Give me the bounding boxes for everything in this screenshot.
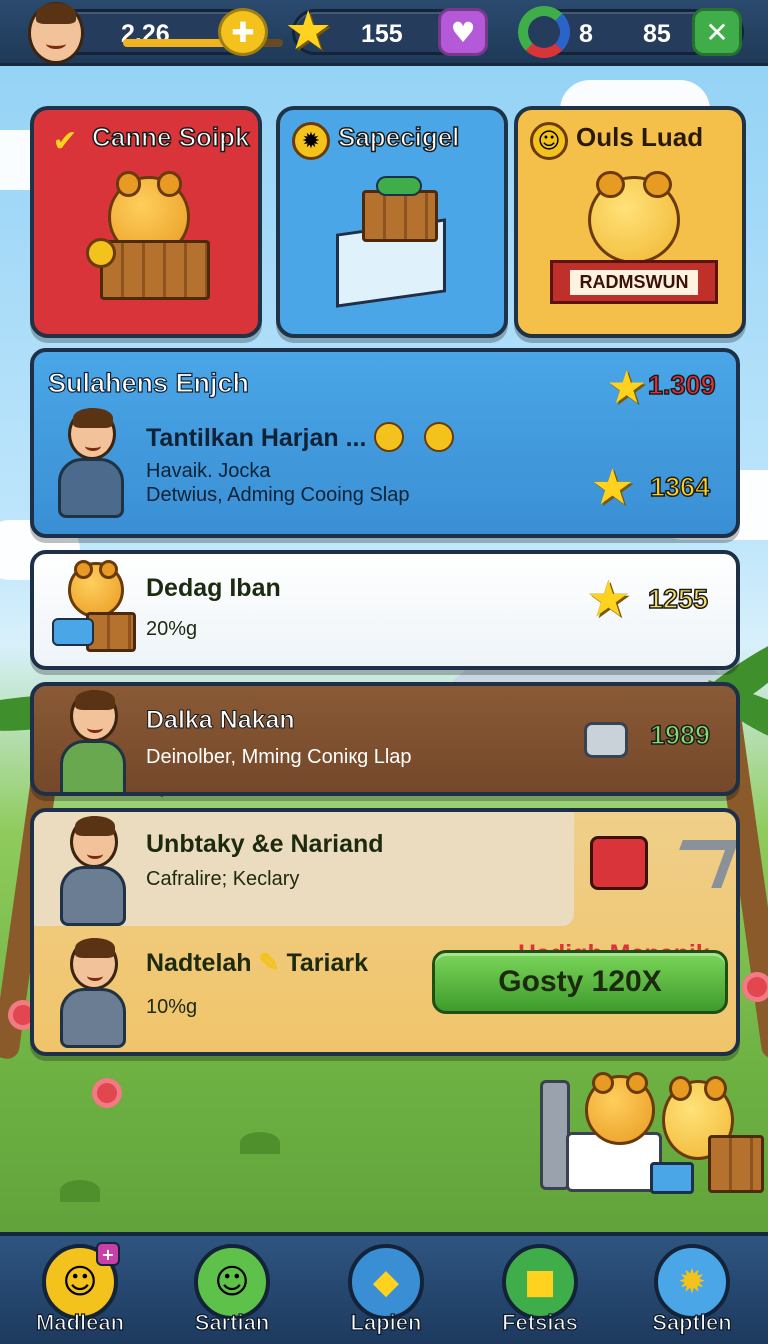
row-title: Tantilkan Harjan ... (146, 424, 367, 452)
gear-icon: ✹ (292, 122, 330, 160)
gems-value: 8 (579, 20, 593, 48)
bear-mascot (68, 560, 124, 618)
item-2-title-head: Nadtelah (146, 949, 252, 977)
can-icon (584, 722, 628, 758)
star-icon: ★ (284, 0, 333, 62)
bear-mascot (588, 170, 680, 264)
wheel-icon (518, 6, 570, 58)
bee-icon (424, 422, 454, 452)
list-row-4[interactable]: Unbtaky &e Nariand Cafralire; Keclary Na… (30, 808, 740, 1056)
crate-image (362, 190, 438, 242)
row-subtitle-2: Detwius, Adming Cooing Slap (146, 484, 410, 506)
person-avatar (58, 690, 128, 792)
offer-card-2[interactable]: ✹ Sapecigel (276, 106, 508, 338)
star-icon: ★ (590, 458, 635, 516)
nav-label-5: Saptlen (652, 1309, 733, 1335)
coin-icon: ☺ (530, 122, 568, 160)
row-header: Sulahens Enjch (47, 367, 250, 398)
toolbox-icon (590, 836, 648, 890)
nav-item-2[interactable]: ☺ Sartian (172, 1242, 292, 1342)
profile-icon: ☺ (194, 1244, 270, 1320)
plus-icon: ✚ (231, 15, 255, 49)
item-2-title-tail: Tariark (286, 949, 368, 977)
person-avatar (56, 408, 126, 518)
offer-card-1[interactable]: ✔ Canne Soipk (30, 106, 262, 338)
coins-value: 85 (643, 20, 671, 48)
offer-card-3[interactable]: ☺ Ouls Luad RADMSWUN (514, 106, 746, 338)
nav-item-5[interactable]: ✹ Saptlen (632, 1242, 752, 1342)
offer-title-2: Sapecigel (337, 121, 460, 153)
coin-icon (86, 238, 116, 268)
nav-label-1: Madlean (35, 1309, 125, 1335)
row-title: Dedag Iban (146, 574, 281, 602)
add-level-button[interactable]: ✚ (218, 8, 268, 56)
check-icon: ✔ (52, 123, 78, 159)
gear-icon: ✹ (654, 1244, 730, 1320)
add-badge-icon: + (96, 1242, 120, 1266)
nav-label-4: Fetsias (501, 1309, 578, 1335)
nav-item-3[interactable]: ◆ Lapien (326, 1242, 446, 1342)
nav-item-4[interactable]: ■ Fetsias (480, 1242, 600, 1342)
star-icon: ★ (606, 360, 648, 414)
row-value: 1989 (649, 719, 711, 751)
row-subtitle: 20%g (146, 618, 198, 640)
pencil-icon: ✎ (258, 949, 280, 977)
person-avatar (58, 938, 128, 1048)
row-title: Dalka Nakan (146, 706, 296, 735)
ticket-icon: ◆ (348, 1244, 424, 1320)
row-value: 1364 (649, 471, 711, 503)
top-bar: 2.26 ✚ 155 ★ ♥ 8 85 ✕ (0, 0, 768, 66)
star-icon: ★ (586, 570, 631, 628)
vegetables-image (376, 176, 422, 196)
list-row-featured[interactable]: Sulahens Enjch ★ 1.309 Tantilkan Harjan … (30, 348, 740, 538)
item-2-subtitle: 10%g (146, 996, 198, 1018)
ribbon-banner: RADMSWUN (550, 260, 718, 304)
list-row-3[interactable]: Dalka Nakan Deinolber, Mming Coniкg Llap… (30, 682, 740, 796)
row-subtitle: Deinolber, Mming Coniкg Llap (146, 746, 412, 768)
offer-title-3: Ouls Luad (576, 122, 704, 152)
truck-icon (52, 618, 94, 646)
bottom-nav: ☺ + Madlean ☺ Sartian ◆ Lapien ■ Fetsias… (0, 1232, 768, 1344)
nav-label-2: Sartian (194, 1309, 270, 1335)
ribbon-text: RADMSWUN (569, 269, 699, 295)
row-subtitle-1: Havaik. Jocka (146, 460, 271, 482)
row-value: 1255 (647, 583, 709, 615)
offer-title-1: Canne Soipk (91, 121, 250, 153)
buy-button[interactable]: Gosty 120X (432, 950, 728, 1014)
stars-value: 155 (361, 20, 403, 48)
wrench-icon (665, 840, 736, 888)
crate-image (100, 240, 210, 300)
person-avatar (58, 816, 128, 926)
player-avatar[interactable] (28, 2, 84, 64)
close-icon: ✕ (705, 15, 729, 49)
box-icon: ■ (502, 1244, 578, 1320)
nav-item-1[interactable]: ☺ + Madlean (20, 1242, 140, 1342)
item-1-subtitle: Cafralire; Keclary (146, 868, 300, 890)
nav-label-3: Lapien (350, 1309, 422, 1335)
close-button[interactable]: ✕ (692, 8, 742, 56)
heart-icon: ♥ (450, 15, 476, 49)
add-gems-button[interactable]: ♥ (438, 8, 488, 56)
item-1-title: Unbtaky &e Nariand (146, 830, 384, 858)
list-row-2[interactable]: Dedag Iban 20%g ★ 1255 (30, 550, 740, 670)
bee-icon (374, 422, 404, 452)
header-value: 1.309 (647, 369, 716, 401)
item-2-title: Nadtelah ✎ Tariark (146, 948, 368, 978)
